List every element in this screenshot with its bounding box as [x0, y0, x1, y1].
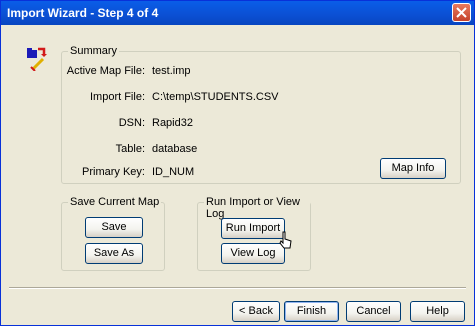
save-button[interactable]: Save — [85, 217, 143, 238]
active-map-file-label: Active Map File: — [66, 65, 145, 77]
window-title: Import Wizard - Step 4 of 4 — [7, 6, 159, 20]
import-file-value: C:\temp\STUDENTS.CSV — [152, 91, 279, 103]
import-file-label: Import File: — [89, 91, 145, 103]
back-button[interactable]: < Back — [232, 301, 280, 322]
save-as-button[interactable]: Save As — [85, 243, 143, 264]
mouse-pointer-icon — [279, 231, 293, 251]
dsn-label: DSN: — [118, 117, 145, 129]
run-import-button[interactable]: Run Import — [221, 218, 285, 239]
summary-group-label: Summary — [68, 45, 120, 57]
primary-key-value: ID_NUM — [152, 166, 195, 178]
footer-separator — [9, 287, 466, 289]
view-log-button[interactable]: View Log — [221, 243, 285, 264]
cancel-button[interactable]: Cancel — [346, 301, 401, 322]
save-current-map-group: Save Current Map Save Save As — [61, 196, 165, 271]
table-label: Table: — [115, 143, 145, 155]
run-import-group-label: Run Import or View Log — [204, 196, 310, 220]
title-bar: Import Wizard - Step 4 of 4 — [1, 1, 474, 25]
save-current-map-label: Save Current Map — [68, 196, 162, 208]
finish-button[interactable]: Finish — [284, 301, 339, 322]
summary-group: Summary Active Map File: test.imp Import… — [61, 45, 461, 184]
map-info-button[interactable]: Map Info — [380, 158, 446, 179]
import-wizard-icon — [25, 45, 51, 72]
primary-key-label: Primary Key: — [82, 166, 145, 178]
close-icon[interactable] — [452, 3, 471, 22]
dsn-value: Rapid32 — [152, 117, 193, 129]
help-button[interactable]: Help — [410, 301, 465, 322]
import-wizard-window: Import Wizard - Step 4 of 4 Summary Acti… — [0, 0, 475, 326]
run-import-group: Run Import or View Log Run Import View L… — [197, 196, 311, 271]
table-value: database — [152, 143, 198, 155]
active-map-file-value: test.imp — [152, 65, 191, 77]
